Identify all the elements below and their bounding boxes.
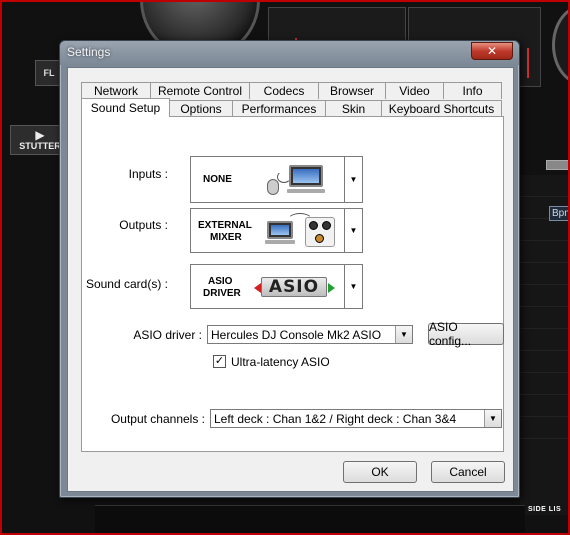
side-list-label[interactable]: SIDE LIS	[528, 506, 570, 516]
slider-knob[interactable]	[546, 160, 570, 170]
asio-driver-value: Hercules DJ Console Mk2 ASIO	[211, 328, 382, 342]
ultra-latency-label: Ultra-latency ASIO	[231, 355, 330, 369]
ultra-latency-checkbox[interactable]: ✓	[213, 355, 226, 368]
asio-driver-label: ASIO driver :	[133, 328, 202, 342]
close-icon: ✕	[486, 44, 498, 58]
tab-keyboard-shortcuts[interactable]: Keyboard Shortcuts	[381, 100, 502, 117]
tab-row-bottom: Sound Setup Options Performances Skin Ke…	[81, 98, 502, 117]
dialog-title: Settings	[67, 45, 111, 59]
asio-config-button[interactable]: ASIO config...	[428, 320, 504, 348]
sound-setup-panel: Inputs : NONE ▼ Outputs : EXTERNAL MIXER	[81, 116, 504, 452]
outputs-value-line1: EXTERNAL	[198, 220, 252, 231]
sound-card-value-line1: ASIO	[208, 276, 233, 287]
sound-card-value-line2: DRIVER	[203, 288, 241, 299]
chevron-down-icon[interactable]: ▼	[344, 209, 362, 252]
output-channels-label: Output channels :	[110, 412, 205, 426]
asio-driver-select[interactable]: Hercules DJ Console Mk2 ASIO ▼	[207, 325, 413, 344]
outputs-select[interactable]: EXTERNAL MIXER ▼	[190, 208, 363, 253]
bottom-strip	[95, 505, 525, 535]
inputs-value: NONE	[203, 174, 232, 185]
mouse-icon	[267, 179, 279, 195]
tab-row-top: Network Remote Control Codecs Browser Vi…	[81, 82, 502, 99]
close-button[interactable]: ✕	[471, 42, 513, 60]
tab-info[interactable]: Info	[443, 82, 502, 99]
sound-card-select[interactable]: ASIO DRIVER ASIO ▼	[190, 264, 363, 309]
tab-sound-setup[interactable]: Sound Setup	[81, 98, 170, 117]
chevron-down-icon[interactable]: ▼	[344, 157, 362, 202]
chevron-down-icon[interactable]: ▼	[344, 265, 362, 308]
outputs-label: Outputs :	[119, 218, 168, 232]
tab-network[interactable]: Network	[81, 82, 151, 99]
laptop-icon	[289, 165, 323, 187]
output-channels-value: Left deck : Chan 1&2 / Right deck : Chan…	[214, 412, 457, 426]
sound-card-label: Sound card(s) :	[85, 277, 168, 291]
play-icon: ▶	[35, 128, 45, 142]
outputs-value-line2: MIXER	[210, 232, 242, 243]
tab-remote-control[interactable]: Remote Control	[150, 82, 250, 99]
bpm-column-header[interactable]: Bpm	[549, 206, 570, 221]
tab-performances[interactable]: Performances	[232, 100, 326, 117]
tab-video[interactable]: Video	[385, 82, 444, 99]
chevron-down-icon[interactable]: ▼	[395, 326, 412, 343]
cancel-button[interactable]: Cancel	[431, 461, 505, 483]
tab-skin[interactable]: Skin	[325, 100, 382, 117]
tab-options[interactable]: Options	[169, 100, 233, 117]
inputs-select[interactable]: NONE ▼	[190, 156, 363, 203]
titlebar[interactable]: Settings ✕	[60, 41, 519, 65]
right-jog-wheel[interactable]	[552, 5, 570, 85]
settings-dialog: Settings ✕ Network Remote Control Codecs…	[59, 40, 520, 498]
asio-logo-icon: ASIO	[261, 277, 327, 297]
inputs-label: Inputs :	[128, 167, 168, 181]
output-channels-select[interactable]: Left deck : Chan 1&2 / Right deck : Chan…	[210, 409, 502, 428]
stutter-button-label: STUTTER	[19, 141, 61, 151]
tab-codecs[interactable]: Codecs	[249, 82, 319, 99]
ok-button[interactable]: OK	[343, 461, 417, 483]
chevron-down-icon[interactable]: ▼	[484, 410, 501, 427]
right-track-list	[520, 175, 570, 515]
tab-browser[interactable]: Browser	[318, 82, 386, 99]
dialog-client-area: Network Remote Control Codecs Browser Vi…	[67, 67, 514, 492]
